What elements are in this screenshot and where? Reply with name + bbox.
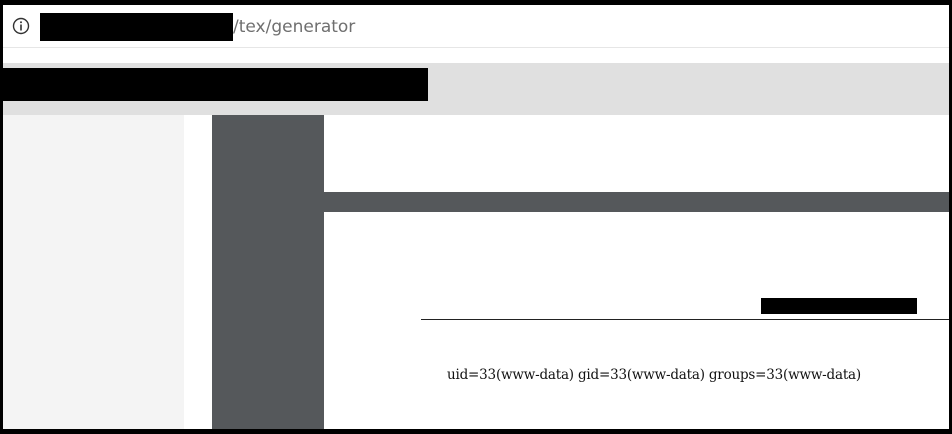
command-output: uid=33(www-data) gid=33(www-data) groups… (447, 367, 861, 383)
url-path[interactable]: /tex/generator (233, 15, 355, 39)
left-sidebar (3, 115, 184, 429)
pdf-page-previous (324, 115, 949, 192)
page-content: uid=33(www-data) gid=33(www-data) groups… (3, 115, 949, 429)
sidebar-gap (184, 115, 212, 429)
redacted-doc-header (761, 298, 917, 314)
info-icon[interactable] (12, 17, 30, 35)
redacted-header-title (3, 68, 428, 101)
doc-header-rule (421, 319, 949, 320)
address-bar[interactable]: /tex/generator (3, 5, 949, 48)
redacted-host (40, 13, 233, 41)
pdf-page: uid=33(www-data) gid=33(www-data) groups… (324, 212, 949, 429)
page-header (3, 63, 949, 115)
browser-window: /tex/generator uid=33(www-data) gid=33(w… (3, 5, 949, 429)
pdf-viewer: uid=33(www-data) gid=33(www-data) groups… (212, 115, 949, 429)
toolbar-spacer (3, 48, 949, 63)
